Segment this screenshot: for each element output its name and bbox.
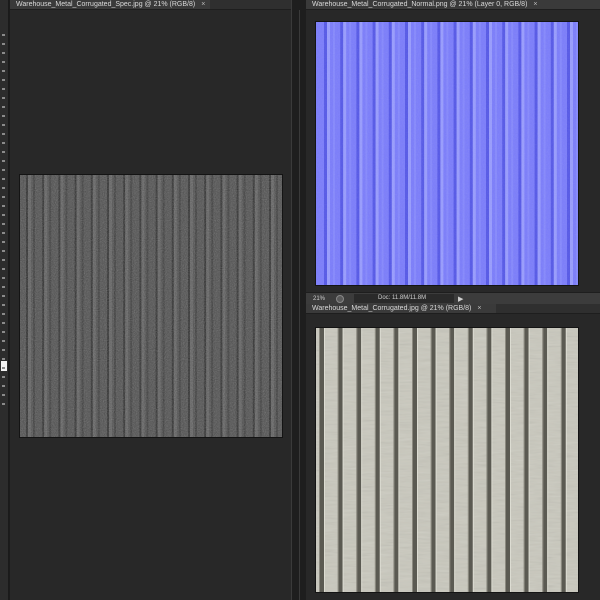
tool-icon[interactable]: [2, 151, 5, 153]
tool-icon[interactable]: [2, 196, 5, 198]
tool-icon[interactable]: [2, 349, 5, 351]
tool-icon[interactable]: [2, 367, 5, 369]
tool-icon[interactable]: [2, 34, 5, 36]
tool-icon[interactable]: [2, 187, 5, 189]
foreground-color-swatch[interactable]: [1, 361, 7, 371]
spec-texture-canvas[interactable]: [19, 174, 283, 438]
tool-icon[interactable]: [2, 205, 5, 207]
tool-icon[interactable]: [2, 178, 5, 180]
tool-icon[interactable]: [2, 313, 5, 315]
diffuse-texture-image: [316, 328, 578, 592]
tool-icon[interactable]: [2, 241, 5, 243]
tab-bar: [210, 0, 291, 10]
status-bar: 21% Doc: 11.8M/11.8M ▶: [306, 292, 600, 304]
tools-panel: [0, 0, 9, 600]
tool-icon[interactable]: [2, 223, 5, 225]
close-icon[interactable]: ×: [201, 0, 205, 10]
tool-icon[interactable]: [2, 322, 5, 324]
circle-icon[interactable]: [336, 294, 344, 303]
zoom-level[interactable]: 21%: [306, 296, 332, 302]
tool-icon[interactable]: [2, 169, 5, 171]
document-window-diffuse: Warehouse_Metal_Corrugated.jpg @ 21% (RG…: [306, 304, 600, 600]
tab-bar: [496, 304, 600, 314]
tool-icon[interactable]: [2, 232, 5, 234]
tool-icon[interactable]: [2, 52, 5, 54]
tool-icon[interactable]: [2, 358, 5, 360]
tool-icon[interactable]: [2, 304, 5, 306]
tool-icon[interactable]: [2, 61, 5, 63]
tool-icon[interactable]: [2, 295, 5, 297]
tool-icon[interactable]: [2, 376, 5, 378]
tool-icon[interactable]: [2, 106, 5, 108]
tool-icon[interactable]: [2, 250, 5, 252]
tab-diffuse[interactable]: Warehouse_Metal_Corrugated.jpg @ 21% (RG…: [306, 304, 496, 314]
close-icon[interactable]: ×: [477, 304, 481, 314]
tool-icon[interactable]: [2, 79, 5, 81]
tool-icon[interactable]: [2, 115, 5, 117]
tool-icon[interactable]: [2, 214, 5, 216]
tool-icon[interactable]: [2, 340, 5, 342]
tab-normal-title: Warehouse_Metal_Corrugated_Normal.png @ …: [312, 0, 528, 8]
tool-icon[interactable]: [2, 394, 5, 396]
document-window-normal: Warehouse_Metal_Corrugated_Normal.png @ …: [306, 0, 600, 303]
normal-map-canvas[interactable]: [315, 21, 579, 286]
tool-icon[interactable]: [2, 385, 5, 387]
tool-icon[interactable]: [2, 133, 5, 135]
tool-icon[interactable]: [2, 286, 5, 288]
panel-divider[interactable]: [291, 0, 306, 600]
normal-map-image: [316, 22, 578, 285]
diffuse-texture-canvas[interactable]: [315, 327, 579, 593]
tool-icon[interactable]: [2, 160, 5, 162]
tool-icon[interactable]: [2, 70, 5, 72]
tool-icon[interactable]: [2, 97, 5, 99]
tool-icon[interactable]: [2, 43, 5, 45]
tool-icon[interactable]: [2, 142, 5, 144]
spec-texture-image: [20, 175, 282, 437]
tool-icon[interactable]: [2, 259, 5, 261]
tab-diffuse-title: Warehouse_Metal_Corrugated.jpg @ 21% (RG…: [312, 304, 472, 312]
tool-icon[interactable]: [2, 124, 5, 126]
tab-spec-title: Warehouse_Metal_Corrugated_Spec.jpg @ 21…: [16, 0, 196, 8]
tool-icon[interactable]: [2, 331, 5, 333]
triangle-right-icon[interactable]: ▶: [458, 295, 463, 303]
tool-icon[interactable]: [2, 88, 5, 90]
document-window-spec: Warehouse_Metal_Corrugated_Spec.jpg @ 21…: [10, 0, 291, 600]
tool-icon[interactable]: [2, 277, 5, 279]
tab-spec[interactable]: Warehouse_Metal_Corrugated_Spec.jpg @ 21…: [10, 0, 210, 10]
document-size-info[interactable]: Doc: 11.8M/11.8M: [354, 294, 454, 303]
tool-icon[interactable]: [2, 403, 5, 405]
tool-icon[interactable]: [2, 268, 5, 270]
tab-normal[interactable]: Warehouse_Metal_Corrugated_Normal.png @ …: [306, 0, 600, 10]
close-icon[interactable]: ×: [533, 0, 537, 10]
